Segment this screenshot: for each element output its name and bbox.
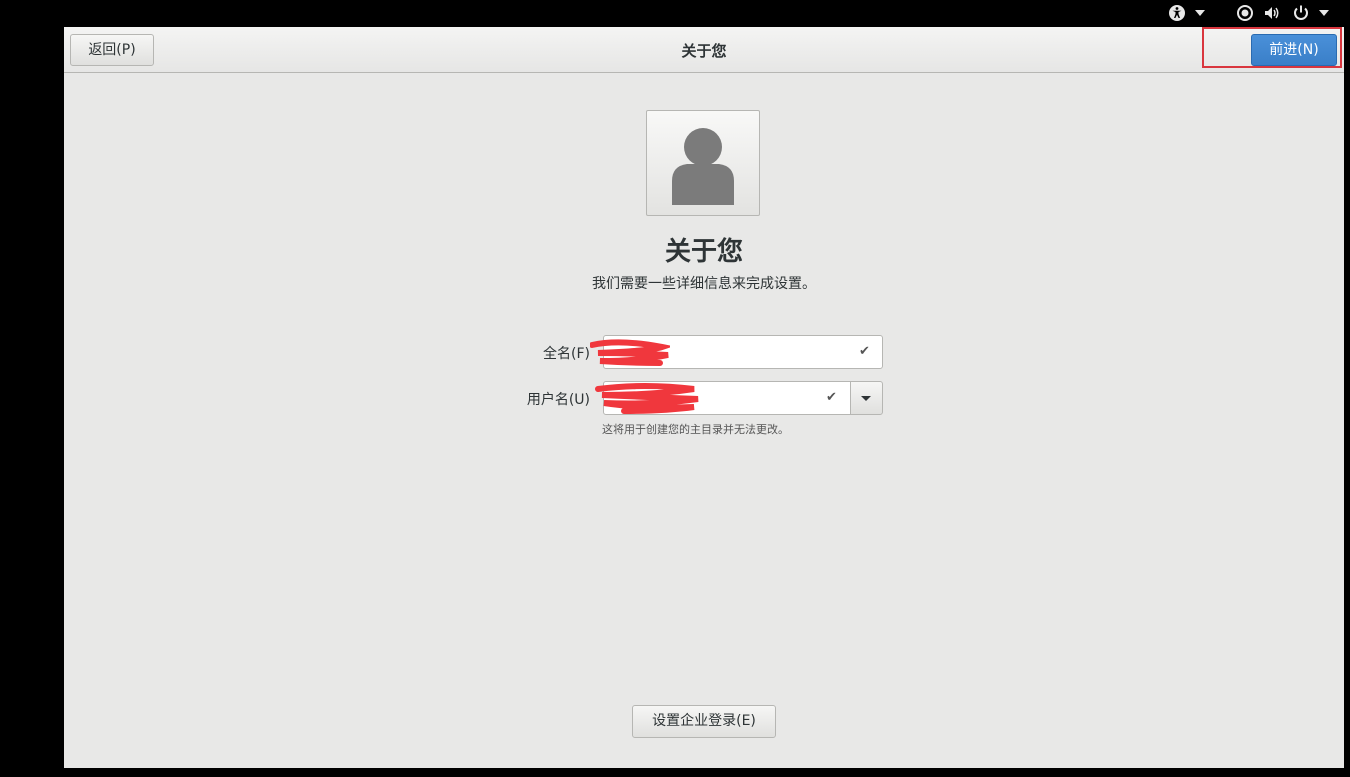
username-hint: 这将用于创建您的主目录并无法更改。 — [602, 423, 789, 436]
accessibility-menu-caret[interactable] — [1195, 10, 1205, 16]
next-button[interactable]: 前进(N) — [1251, 34, 1337, 66]
username-redaction — [595, 383, 699, 414]
avatar-button[interactable] — [646, 110, 760, 216]
header-title: 关于您 — [681, 42, 727, 60]
username-dropdown-button[interactable] — [850, 381, 883, 415]
accessibility-icon[interactable] — [1168, 4, 1186, 22]
system-top-bar — [0, 0, 1350, 26]
page-subtitle: 我们需要一些详细信息来完成设置。 — [592, 276, 816, 292]
system-menu-caret[interactable] — [1319, 10, 1329, 16]
avatar-icon — [672, 128, 734, 205]
enterprise-login-button[interactable]: 设置企业登录(E) — [632, 705, 776, 738]
fullname-valid-icon: ✔ — [859, 344, 870, 359]
username-label: 用户名(U) — [526, 392, 590, 408]
fullname-label: 全名(F) — [543, 346, 590, 362]
fullname-redaction — [590, 339, 670, 366]
username-valid-icon: ✔ — [826, 390, 837, 405]
chevron-down-icon — [861, 396, 871, 401]
volume-icon[interactable] — [1263, 4, 1281, 22]
page-title: 关于您 — [664, 237, 743, 267]
setup-window: 返回(P) 关于您 前进(N) 关于您 我们需要一些详细信息来完成设置。 全名(… — [64, 27, 1344, 768]
network-icon[interactable] — [1236, 4, 1254, 22]
header-bar: 返回(P) 关于您 前进(N) — [64, 27, 1344, 73]
power-icon[interactable] — [1292, 4, 1310, 22]
